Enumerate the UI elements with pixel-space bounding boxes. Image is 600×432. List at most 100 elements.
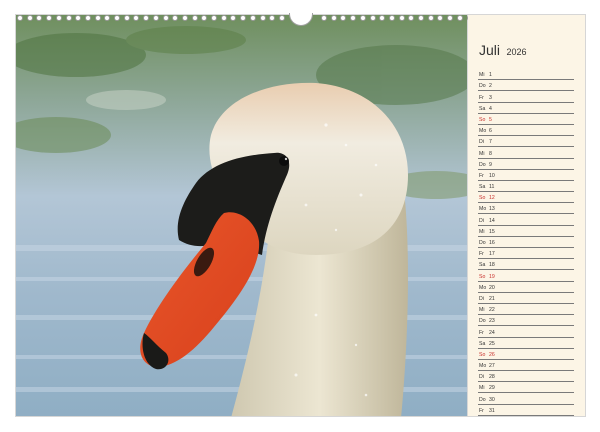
weekday-label: Di <box>479 374 484 381</box>
day-number: 17 <box>489 251 495 258</box>
day-row: Sa 18 <box>478 259 574 271</box>
day-row: Mi 8 <box>478 147 574 159</box>
day-number: 9 <box>489 161 492 168</box>
day-row: Sa 4 <box>478 103 574 114</box>
binding-hole <box>408 15 415 21</box>
day-row: So 5 <box>478 114 574 125</box>
binding-hole <box>152 15 159 21</box>
binding-hole <box>104 15 111 21</box>
swan-photo <box>15 14 468 417</box>
day-row: Di 14 <box>478 214 574 226</box>
day-number: 3 <box>489 94 492 101</box>
calendar-page: Juli 2026 Mi 1 Do 2 Fr 3 Sa 4 So 5 Mo 6 Di 7 Mi 8 Do 9 Fr 1… <box>0 0 600 432</box>
binding-hole <box>94 15 101 21</box>
binding-hole <box>427 15 434 21</box>
day-number: 29 <box>489 385 495 392</box>
binding-hole <box>321 15 327 21</box>
binding-hole <box>278 15 285 21</box>
day-row: Mo 20 <box>478 282 574 293</box>
day-row: So 12 <box>478 192 574 204</box>
weekday-label: Mi <box>479 385 485 392</box>
day-row: Do 9 <box>478 159 574 170</box>
weekday-label: Fr <box>479 172 484 179</box>
weekday-label: So <box>479 116 486 123</box>
day-number: 11 <box>489 184 495 191</box>
day-number: 25 <box>489 340 495 347</box>
day-row: Do 16 <box>478 237 574 248</box>
day-number: 22 <box>489 307 495 314</box>
day-row: Do 23 <box>478 315 574 327</box>
binding-hole <box>447 15 454 21</box>
weekday-label: Mo <box>479 284 487 291</box>
binding-hole <box>340 15 347 21</box>
weekday-label: So <box>479 351 486 358</box>
day-row: Do 2 <box>478 80 574 92</box>
day-row: So 19 <box>478 270 574 282</box>
day-row: Mi 1 <box>478 69 574 81</box>
day-number: 7 <box>489 139 492 146</box>
binding-hole <box>133 15 140 21</box>
weekday-label: Mi <box>479 150 485 157</box>
binding-hole <box>418 15 424 21</box>
binding-hole <box>84 15 91 21</box>
binding-hole <box>143 15 150 21</box>
binding-hole <box>17 15 23 21</box>
weekday-label: Sa <box>479 184 486 191</box>
binding-hole <box>162 15 169 21</box>
binding-hole <box>201 15 208 21</box>
binding-hole <box>369 15 376 21</box>
day-row: Mo 27 <box>478 360 574 372</box>
day-number: 8 <box>489 150 492 157</box>
binding-hole <box>75 15 82 21</box>
binding-hole <box>36 15 43 21</box>
day-number: 30 <box>489 396 495 403</box>
binding-hole <box>123 15 130 21</box>
binding-hole <box>359 15 366 21</box>
day-number: 26 <box>489 351 495 358</box>
day-row: Sa 11 <box>478 181 574 193</box>
day-row: Di 7 <box>478 136 574 148</box>
weekday-label: Di <box>479 295 484 302</box>
weekday-label: Fr <box>479 407 484 414</box>
binding-hole <box>388 15 395 21</box>
binding-hole <box>456 15 463 21</box>
binding-hole <box>269 15 276 21</box>
month-name: Juli <box>479 42 501 58</box>
binding-hole <box>398 15 405 21</box>
day-row: Fr 10 <box>478 170 574 181</box>
day-row: Di 28 <box>478 371 574 383</box>
day-number: 16 <box>489 240 495 246</box>
day-row: Mo 13 <box>478 203 574 215</box>
weekday-label: Do <box>479 396 486 403</box>
binding-hole <box>114 15 120 21</box>
weekday-label: Sa <box>479 340 486 347</box>
weekday-label: Do <box>479 318 486 325</box>
day-number: 6 <box>489 128 492 135</box>
binding-hole <box>259 15 266 21</box>
day-number: 20 <box>489 284 495 291</box>
binding-hole <box>379 15 386 21</box>
day-number: 31 <box>489 407 495 414</box>
day-row: So 26 <box>478 349 574 360</box>
day-number: 1 <box>489 72 492 79</box>
binding-hole <box>330 15 337 21</box>
binding-hole <box>181 15 188 21</box>
day-number: 5 <box>489 116 492 123</box>
day-number: 23 <box>489 318 495 325</box>
day-row: Di 21 <box>478 293 574 304</box>
binding-hole <box>172 15 179 21</box>
binding-hole <box>230 15 237 21</box>
hanger-hook <box>289 13 313 26</box>
day-row: Mi 29 <box>478 382 574 394</box>
weekday-label: Mi <box>479 72 485 79</box>
day-row: Fr 31 <box>478 405 574 416</box>
day-number: 10 <box>489 172 495 179</box>
binding-hole <box>249 15 256 21</box>
weekday-label: So <box>479 273 486 280</box>
binding-hole <box>26 15 33 21</box>
binding-hole <box>211 15 217 21</box>
weekday-label: Fr <box>479 329 484 336</box>
weekday-label: Di <box>479 217 484 224</box>
weekday-label: Fr <box>479 251 484 258</box>
binding-hole <box>240 15 247 21</box>
